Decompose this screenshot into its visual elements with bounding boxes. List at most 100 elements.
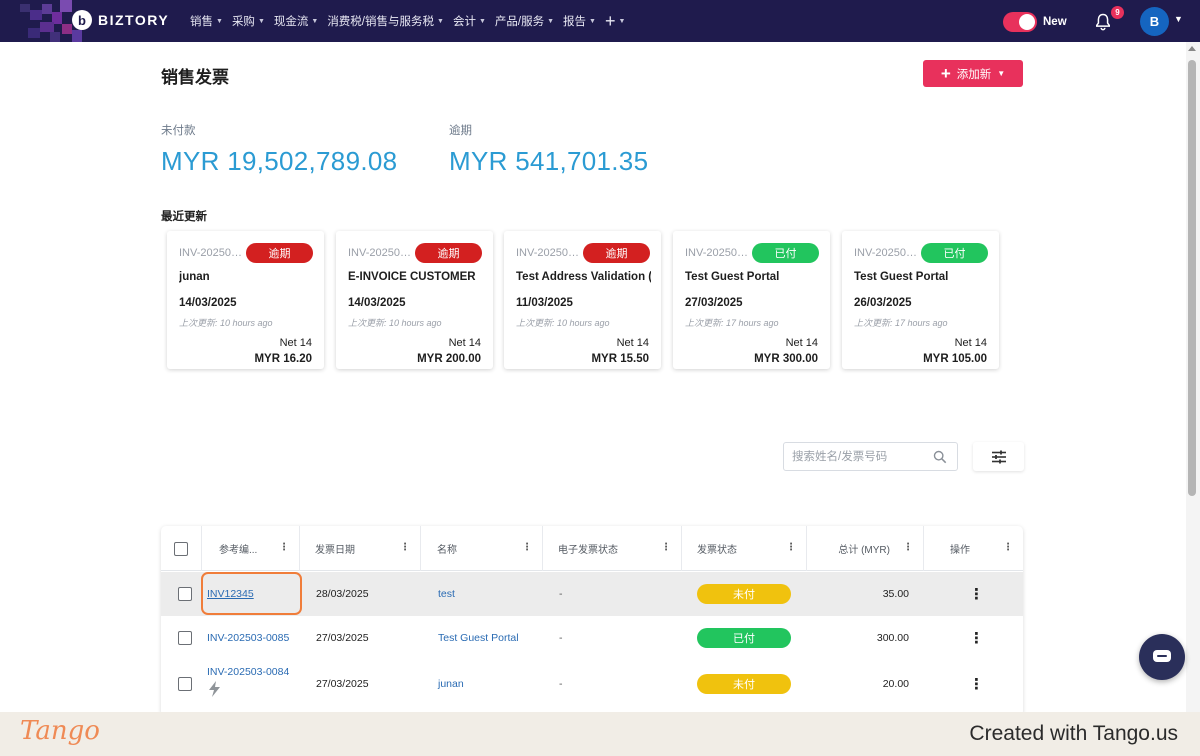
main-nav: 销售 ▼ 采购 ▼ 现金流 ▼ 消费税/销售与服务税 ▼ 会计 ▼ 产品/服务 ▼ 报告 ▼ … (190, 0, 625, 42)
nav-item-reports[interactable]: 报告 ▼ (563, 13, 596, 29)
chat-button[interactable] (1139, 634, 1185, 680)
column-menu-icon[interactable]: ⋮ (400, 543, 410, 553)
bell-icon[interactable] (1093, 12, 1113, 32)
nav-item-tax[interactable]: 消费税/销售与服务税 ▼ (327, 13, 444, 29)
row-checkbox[interactable] (178, 677, 192, 691)
status-badge: 已付 (752, 243, 819, 263)
invoice-ref-link[interactable]: INV-202503-0085 (207, 616, 289, 660)
row-checkbox[interactable] (178, 587, 192, 601)
more-vertical-icon[interactable]: ⋮ (969, 587, 984, 602)
header-name[interactable]: 名称 ⋮ (421, 526, 543, 571)
new-ui-toggle[interactable]: New (1003, 12, 1067, 32)
stat-label: 未付款 (161, 125, 196, 137)
recent-invoice-card[interactable]: INV-202503... 已付 Test Guest Portal 27/03… (673, 231, 830, 369)
nav-item-accounting[interactable]: 会计 ▼ (453, 13, 486, 29)
row-actions: ⋮ (969, 662, 984, 706)
search-input[interactable] (784, 443, 924, 470)
customer-name: Test Address Validation (... (516, 271, 651, 283)
nav-label: 会计 (452, 16, 476, 28)
recent-invoice-card[interactable]: INV-202503... 逾期 Test Address Validation… (504, 231, 661, 369)
nav-item-products[interactable]: 产品/服务 ▼ (495, 13, 554, 29)
recent-invoice-card[interactable]: INV-202503... 逾期 E-INVOICE CUSTOMER 14/0… (336, 231, 493, 369)
row-checkbox[interactable] (178, 631, 192, 645)
header-invoice-status[interactable]: 发票状态 ⋮ (682, 526, 807, 571)
table-row[interactable]: INV-202503-0085 27/03/2025 Test Guest Po… (161, 616, 1023, 660)
more-vertical-icon[interactable]: ⋮ (969, 677, 984, 692)
last-updated: 上次更新: 10 hours ago (516, 318, 610, 328)
row-select (178, 662, 192, 706)
avatar[interactable]: B (1140, 7, 1169, 36)
last-updated: 上次更新: 10 hours ago (348, 318, 442, 328)
row-actions: ⋮ (969, 572, 984, 616)
status-badge: 已付 (697, 628, 791, 648)
nav-label: 产品/服务 (494, 16, 545, 28)
invoice-date: 28/03/2025 (316, 588, 369, 600)
biztory-logo[interactable]: b BIZTORY (72, 10, 169, 30)
header-ref[interactable]: 参考编... ⋮ (202, 526, 300, 571)
table-header: 参考编... ⋮ 发票日期 ⋮ 名称 ⋮ 电子发票状态 ⋮ 发票状态 ⋮ 总计 … (161, 526, 1023, 571)
invoice-ref-link[interactable]: INV-202503-0084 (207, 666, 289, 678)
lightning-icon (209, 681, 220, 697)
nav-item-purchases[interactable]: 采购 ▼ (232, 13, 265, 29)
invoice-number: INV-202503... (516, 247, 582, 259)
nav-add-menu[interactable]: + ▼ (605, 11, 625, 32)
customer-link[interactable]: junan (438, 662, 464, 706)
select-all-checkbox[interactable] (174, 541, 188, 556)
invoice-date: 27/03/2025 (316, 632, 369, 644)
einvoice-status: - (559, 632, 563, 644)
tango-footer: Tango Created with Tango.us (0, 712, 1200, 756)
filter-button[interactable] (973, 442, 1024, 471)
scrollbar-thumb[interactable] (1188, 60, 1196, 496)
column-menu-icon[interactable]: ⋮ (522, 543, 532, 553)
last-updated: 上次更新: 10 hours ago (179, 318, 273, 328)
header-actions[interactable]: 操作 ⋮ (924, 526, 1023, 571)
row-select (178, 572, 192, 616)
nav-item-sales[interactable]: 销售 ▼ (190, 13, 223, 29)
column-menu-icon[interactable]: ⋮ (1003, 543, 1013, 553)
chat-icon (1153, 650, 1171, 662)
column-menu-icon[interactable]: ⋮ (786, 543, 796, 553)
table-row[interactable]: INV-202503-0084 27/03/2025 junan - 未付 20… (161, 660, 1023, 704)
recent-updates-title: 最近更新 (161, 211, 207, 223)
nav-item-cashflow[interactable]: 现金流 ▼ (274, 13, 318, 29)
invoice-date: 11/03/2025 (516, 297, 573, 309)
column-menu-icon[interactable]: ⋮ (661, 543, 671, 553)
invoice-amount: MYR 300.00 (754, 353, 818, 365)
customer-link[interactable]: test (438, 572, 455, 616)
chevron-down-icon: ▼ (257, 17, 265, 25)
column-menu-icon[interactable]: ⋮ (279, 543, 289, 553)
invoice-ref-cell: INV-202503-0084 (207, 666, 289, 700)
header-date[interactable]: 发票日期 ⋮ (300, 526, 421, 571)
chevron-down-icon[interactable]: ▼ (1174, 14, 1183, 24)
chevron-down-icon: ▼ (216, 17, 223, 25)
header-label: 电子发票状态 (558, 545, 618, 556)
scroll-up-arrow-icon[interactable] (1188, 46, 1196, 51)
customer-link[interactable]: Test Guest Portal (438, 616, 519, 660)
customer-name: Test Guest Portal (685, 271, 780, 283)
add-new-button[interactable]: + 添加新 ▼ (923, 60, 1023, 87)
stat-value: MYR 541,701.35 (449, 146, 649, 176)
stat-label: 逾期 (449, 125, 472, 137)
header-total[interactable]: 总计 (MYR) ⋮ (807, 526, 924, 571)
header-einvoice-status[interactable]: 电子发票状态 ⋮ (543, 526, 682, 571)
search-icon[interactable] (933, 450, 947, 464)
brand-name: BIZTORY (98, 12, 170, 28)
header-label: 名称 (437, 545, 457, 556)
stat-overdue: 逾期 MYR 541,701.35 (449, 122, 648, 177)
top-nav-bar: b BIZTORY 销售 ▼ 采购 ▼ 现金流 ▼ 消费税/销售与服务税 ▼ 会计 ▼ 产… (0, 0, 1200, 42)
header-label: 参考编... (219, 545, 258, 556)
stat-value: MYR 19,502,789.08 (161, 146, 398, 176)
toggle-switch[interactable] (1003, 12, 1037, 32)
invoice-date: 14/03/2025 (179, 297, 237, 309)
toggle-label: New (1043, 16, 1067, 28)
payment-terms: Net 14 (954, 337, 987, 349)
invoice-total: 20.00 (882, 678, 909, 690)
more-vertical-icon[interactable]: ⋮ (969, 631, 984, 646)
recent-invoice-card[interactable]: INV-202503... 已付 Test Guest Portal 26/03… (842, 231, 999, 369)
header-label: 总计 (MYR) (838, 545, 890, 556)
column-menu-icon[interactable]: ⋮ (903, 543, 913, 553)
tango-logo: Tango (20, 716, 100, 746)
nav-label: 消费税/销售与服务税 (327, 16, 435, 28)
chevron-down-icon: ▼ (547, 17, 555, 25)
recent-invoice-card[interactable]: INV-202503... 逾期 junan 14/03/2025 上次更新: … (167, 231, 324, 369)
